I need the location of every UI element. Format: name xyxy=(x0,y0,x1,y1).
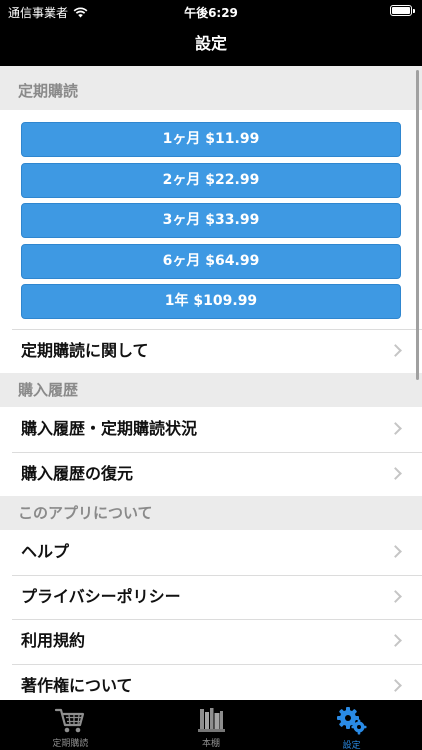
row-terms-of-use[interactable]: 利用規約 xyxy=(0,619,422,664)
row-privacy-policy[interactable]: プライバシーポリシー xyxy=(0,574,422,619)
chevron-right-icon xyxy=(389,343,402,357)
tab-label: 本棚 xyxy=(202,739,221,749)
row-label: プライバシーポリシー xyxy=(21,586,181,606)
row-restore-purchases[interactable]: 購入履歴の復元 xyxy=(0,451,422,496)
row-label: ヘルプ xyxy=(21,542,70,561)
tab-label: 設定 xyxy=(342,741,361,750)
tab-settings[interactable]: 設定 xyxy=(281,700,422,750)
chevron-right-icon xyxy=(389,422,402,435)
plan-button-3-months[interactable]: 3ヶ月 $33.99 xyxy=(21,203,401,238)
plan-buttons: 1ヶ月 $11.99 2ヶ月 $22.99 3ヶ月 $33.99 6ヶ月 $64… xyxy=(0,110,422,329)
row-label: 定期購読に関して xyxy=(21,340,149,360)
row-copyright[interactable]: 著作権について xyxy=(0,663,422,700)
tab-label: 定期購読 xyxy=(52,739,89,749)
section-header-about-app: このアプリについて xyxy=(0,496,422,530)
nav-bar: 設定 xyxy=(0,24,422,66)
chevron-right-icon xyxy=(389,634,402,647)
chevron-right-icon xyxy=(389,545,402,558)
row-purchase-history[interactable]: 購入履歴・定期購読状況 xyxy=(0,407,422,452)
tab-bar: 定期購読 本棚 設定 xyxy=(0,700,422,750)
chevron-right-icon xyxy=(389,589,402,603)
plan-button-2-months[interactable]: 2ヶ月 $22.99 xyxy=(21,162,401,198)
row-help[interactable]: ヘルプ xyxy=(0,530,422,575)
row-label: 著作権について xyxy=(21,675,133,695)
row-label: 購入履歴・定期購読状況 xyxy=(21,419,198,438)
tab-subscription[interactable]: 定期購読 xyxy=(0,700,141,750)
plan-button-1-year[interactable]: 1年 $109.99 xyxy=(21,284,401,319)
plan-button-1-month[interactable]: 1ヶ月 $11.99 xyxy=(21,122,401,157)
tab-bookshelf[interactable]: 本棚 xyxy=(141,700,282,750)
page-title: 設定 xyxy=(194,34,227,53)
row-label: 利用規約 xyxy=(21,631,86,650)
chevron-right-icon xyxy=(389,678,402,692)
plan-button-6-months[interactable]: 6ヶ月 $64.99 xyxy=(21,243,401,279)
battery-icon xyxy=(390,5,415,16)
cart-icon xyxy=(55,708,85,733)
status-bar: 通信事業者 午後6:29 xyxy=(0,0,422,24)
chevron-right-icon xyxy=(389,466,402,480)
section-header-subscription: 定期購読 xyxy=(0,66,422,110)
scroll-indicator[interactable] xyxy=(416,70,419,380)
bookshelf-icon xyxy=(198,708,225,732)
settings-list[interactable]: 定期購読 1ヶ月 $11.99 2ヶ月 $22.99 3ヶ月 $33.99 6ヶ… xyxy=(0,66,422,700)
section-header-purchase: 購入履歴 xyxy=(0,373,422,407)
row-subscription-about[interactable]: 定期購読に関して xyxy=(0,328,422,373)
status-time: 午後6:29 xyxy=(184,6,238,20)
gear-icon xyxy=(336,707,367,735)
row-label: 購入履歴の復元 xyxy=(21,463,134,483)
